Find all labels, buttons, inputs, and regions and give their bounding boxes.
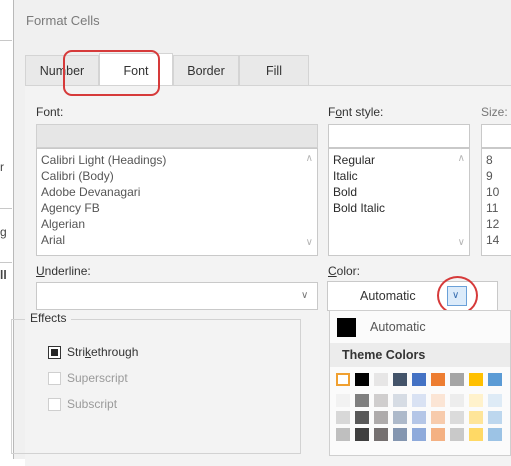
font-input[interactable] bbox=[36, 124, 318, 148]
font-label: Font: bbox=[36, 105, 64, 119]
font-list-item[interactable]: Adobe Devanagari bbox=[41, 185, 140, 200]
shade-color-swatch[interactable] bbox=[374, 411, 388, 424]
font-list[interactable]: Calibri Light (Headings) Calibri (Body) … bbox=[36, 148, 318, 256]
theme-color-swatch[interactable] bbox=[412, 373, 426, 386]
scroll-up-icon[interactable]: ∧ bbox=[458, 153, 465, 164]
effects-group bbox=[11, 319, 301, 454]
font-style-list[interactable]: Regular Italic Bold Bold Italic ∧ ∨ bbox=[328, 148, 470, 256]
subscript-label[interactable]: Subscript bbox=[67, 397, 117, 411]
shade-color-swatch[interactable] bbox=[469, 411, 483, 424]
automatic-color-swatch[interactable] bbox=[337, 318, 356, 337]
theme-color-swatch[interactable] bbox=[431, 373, 445, 386]
size-item[interactable]: 14 bbox=[486, 233, 499, 248]
shade-color-swatch[interactable] bbox=[336, 394, 350, 407]
chevron-down-icon: ∨ bbox=[301, 290, 309, 301]
size-list[interactable]: 8 9 10 11 12 14 bbox=[481, 148, 511, 256]
shade-color-swatch[interactable] bbox=[374, 394, 388, 407]
color-palette-popup: Automatic Theme Colors bbox=[329, 310, 511, 456]
background-gridline bbox=[0, 208, 12, 209]
shade-color-swatch[interactable] bbox=[412, 394, 426, 407]
theme-color-swatch[interactable] bbox=[374, 373, 388, 386]
strikethrough-label[interactable]: Strikethrough bbox=[67, 345, 138, 359]
shade-color-swatch[interactable] bbox=[412, 428, 426, 441]
shade-color-swatch[interactable] bbox=[393, 428, 407, 441]
strikethrough-checkbox[interactable] bbox=[48, 346, 61, 359]
shade-color-swatch[interactable] bbox=[450, 428, 464, 441]
size-item[interactable]: 12 bbox=[486, 217, 499, 232]
font-list-item[interactable]: Arial bbox=[41, 233, 65, 248]
scroll-down-icon[interactable]: ∨ bbox=[306, 237, 313, 248]
font-list-item[interactable]: Agency FB bbox=[41, 201, 100, 216]
superscript-label[interactable]: Superscript bbox=[67, 371, 128, 385]
shade-color-swatch[interactable] bbox=[393, 394, 407, 407]
size-item[interactable]: 11 bbox=[486, 201, 498, 216]
theme-color-swatch[interactable] bbox=[488, 373, 502, 386]
theme-color-swatch[interactable] bbox=[469, 373, 483, 386]
background-gridline bbox=[0, 40, 12, 41]
size-label: Size: bbox=[481, 105, 508, 119]
shade-color-swatch[interactable] bbox=[488, 411, 502, 424]
font-style-item[interactable]: Regular bbox=[333, 153, 375, 168]
background-gridline bbox=[0, 262, 12, 263]
font-list-item[interactable]: Calibri (Body) bbox=[41, 169, 114, 184]
shade-color-swatch[interactable] bbox=[431, 394, 445, 407]
theme-color-swatch[interactable] bbox=[450, 373, 464, 386]
shade-color-swatch[interactable] bbox=[355, 394, 369, 407]
font-list-item[interactable]: Algerian bbox=[41, 217, 85, 232]
font-tab-highlight bbox=[63, 50, 160, 96]
background-text: g bbox=[0, 225, 7, 239]
shade-color-swatch[interactable] bbox=[431, 411, 445, 424]
theme-color-swatch[interactable] bbox=[336, 373, 350, 386]
theme-color-swatch[interactable] bbox=[355, 373, 369, 386]
shade-color-swatch[interactable] bbox=[431, 428, 445, 441]
size-input[interactable] bbox=[481, 124, 511, 148]
background-text: ll bbox=[0, 268, 7, 282]
tab-border[interactable]: Border bbox=[173, 55, 239, 85]
scroll-down-icon[interactable]: ∨ bbox=[458, 237, 465, 248]
theme-color-swatch[interactable] bbox=[393, 373, 407, 386]
font-style-label: Font style: bbox=[328, 105, 384, 119]
shade-color-swatch[interactable] bbox=[488, 428, 502, 441]
subscript-checkbox[interactable] bbox=[48, 398, 61, 411]
superscript-checkbox[interactable] bbox=[48, 372, 61, 385]
size-item[interactable]: 8 bbox=[486, 153, 493, 168]
font-style-item[interactable]: Italic bbox=[333, 169, 358, 184]
shade-color-swatch[interactable] bbox=[450, 411, 464, 424]
font-style-item[interactable]: Bold Italic bbox=[333, 201, 385, 216]
underline-dropdown[interactable]: ∨ bbox=[36, 282, 318, 310]
shade-color-swatch[interactable] bbox=[374, 428, 388, 441]
background-text: r bbox=[0, 160, 4, 174]
size-item[interactable]: 10 bbox=[486, 185, 499, 200]
tab-fill[interactable]: Fill bbox=[239, 55, 309, 85]
shade-color-swatch[interactable] bbox=[336, 428, 350, 441]
dialog-title: Format Cells bbox=[26, 13, 100, 28]
effects-legend: Effects bbox=[25, 311, 72, 325]
color-dropdown-value: Automatic bbox=[360, 289, 416, 303]
font-style-item[interactable]: Bold bbox=[333, 185, 357, 200]
underline-label: Underline: bbox=[36, 264, 91, 278]
font-list-item[interactable]: Calibri Light (Headings) bbox=[41, 153, 166, 168]
shade-color-swatch[interactable] bbox=[469, 394, 483, 407]
shade-color-swatch[interactable] bbox=[393, 411, 407, 424]
shade-color-swatch[interactable] bbox=[450, 394, 464, 407]
shade-color-swatch[interactable] bbox=[412, 411, 426, 424]
shade-color-swatch[interactable] bbox=[336, 411, 350, 424]
size-item[interactable]: 9 bbox=[486, 169, 493, 184]
shade-color-swatch[interactable] bbox=[488, 394, 502, 407]
shade-color-swatch[interactable] bbox=[469, 428, 483, 441]
color-label: Color: bbox=[328, 264, 361, 278]
shade-color-swatch[interactable] bbox=[355, 428, 369, 441]
scroll-up-icon[interactable]: ∧ bbox=[306, 153, 313, 164]
theme-colors-label: Theme Colors bbox=[342, 348, 426, 362]
automatic-color-label[interactable]: Automatic bbox=[370, 320, 426, 334]
font-style-input[interactable] bbox=[328, 124, 470, 148]
shade-color-swatch[interactable] bbox=[355, 411, 369, 424]
